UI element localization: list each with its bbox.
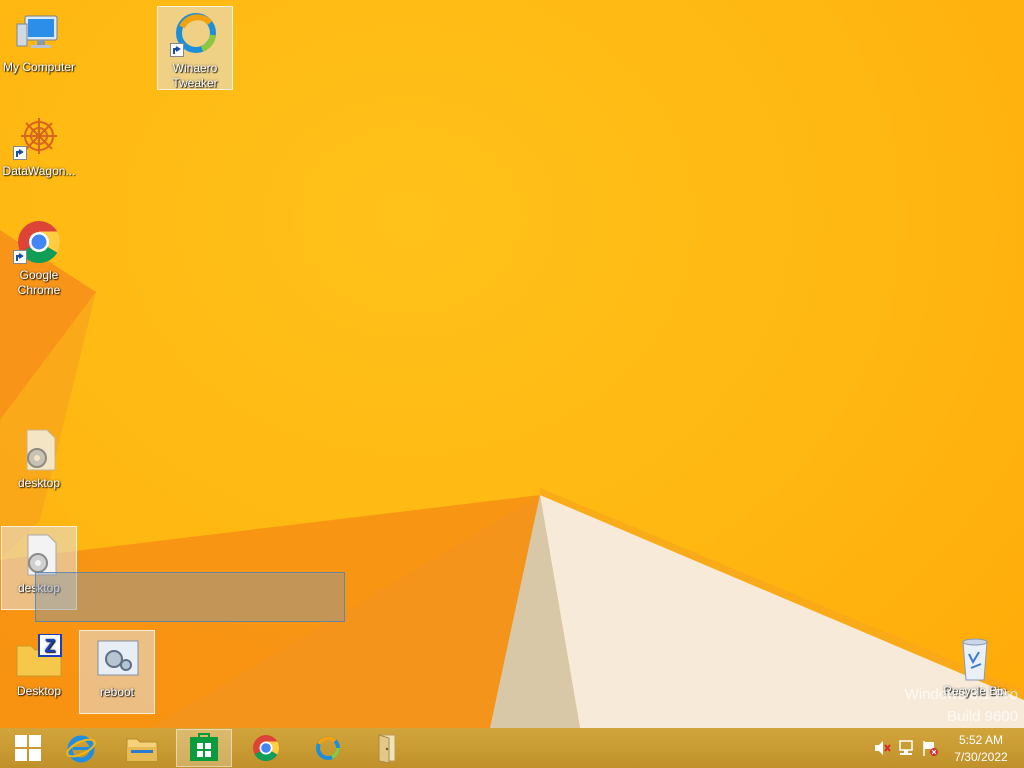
desktop-icon-my-computer[interactable]: My Computer xyxy=(1,6,77,90)
desktop-icon-datawagon[interactable]: DataWagon... xyxy=(1,110,77,194)
winaero-tweaker-icon xyxy=(316,736,340,760)
computer-icon xyxy=(15,10,63,58)
folder-zip-icon: Z xyxy=(15,633,63,682)
start-icon xyxy=(15,735,41,761)
shortcut-arrow-icon xyxy=(13,146,27,160)
taskbar-clock[interactable]: 5:52 AM 7/30/2022 xyxy=(945,732,1017,766)
taskbar-internet-explorer[interactable] xyxy=(53,729,109,767)
watermark-build: Build 9600 xyxy=(947,708,1018,725)
door-icon xyxy=(378,734,396,764)
desktop-area[interactable]: My Computer Winaero Tweaker DataWagon...… xyxy=(0,0,1024,728)
svg-text:Z: Z xyxy=(45,636,56,656)
taskbar-winaero-tweaker[interactable] xyxy=(300,729,356,767)
taskbar-store[interactable] xyxy=(176,729,232,767)
desktop-icon-desktop-file[interactable]: desktop xyxy=(1,422,77,506)
settings-file-icon xyxy=(15,426,63,474)
action-center-icon[interactable] xyxy=(921,739,939,757)
store-icon xyxy=(190,733,218,761)
icon-label: DataWagon... xyxy=(2,164,76,178)
icon-label: Desktop xyxy=(16,684,62,698)
clock-date: 7/30/2022 xyxy=(954,750,1008,764)
clock-time: 5:52 AM xyxy=(958,733,1004,747)
start-button[interactable] xyxy=(0,729,56,767)
chrome-icon xyxy=(253,735,280,762)
speaker-muted-icon[interactable] xyxy=(873,739,891,757)
icon-label: My Computer xyxy=(2,60,76,74)
network-icon[interactable] xyxy=(897,739,915,757)
windows-watermark: Windows 8.1 Pro Build 9600 xyxy=(905,684,1018,728)
taskbar-door-app[interactable] xyxy=(359,729,415,767)
shortcut-arrow-icon xyxy=(13,250,27,264)
desktop-icon-winaero-tweaker[interactable]: Winaero Tweaker xyxy=(157,6,233,90)
internet-explorer-icon xyxy=(66,735,96,763)
selection-rectangle xyxy=(35,572,345,622)
settings-window-icon xyxy=(94,635,142,683)
desktop-icon-google-chrome[interactable]: Google Chrome xyxy=(1,214,77,298)
icon-label: desktop xyxy=(17,476,61,490)
icon-label: reboot xyxy=(99,685,135,699)
shortcut-arrow-icon xyxy=(170,43,184,57)
taskbar-chrome[interactable] xyxy=(238,729,294,767)
desktop-icon-reboot[interactable]: reboot xyxy=(79,630,155,714)
watermark-edition: Windows 8.1 Pro xyxy=(904,686,1018,703)
desktop-icon-desktop-folder[interactable]: Z Desktop xyxy=(1,630,77,714)
icon-label: Google Chrome xyxy=(17,268,61,297)
recycle-bin-icon xyxy=(951,634,999,682)
icon-label: Winaero Tweaker xyxy=(172,61,218,90)
taskbar: 5:52 AM 7/30/2022 xyxy=(0,728,1024,768)
taskbar-file-explorer[interactable] xyxy=(114,729,170,767)
file-explorer-icon xyxy=(126,738,158,762)
